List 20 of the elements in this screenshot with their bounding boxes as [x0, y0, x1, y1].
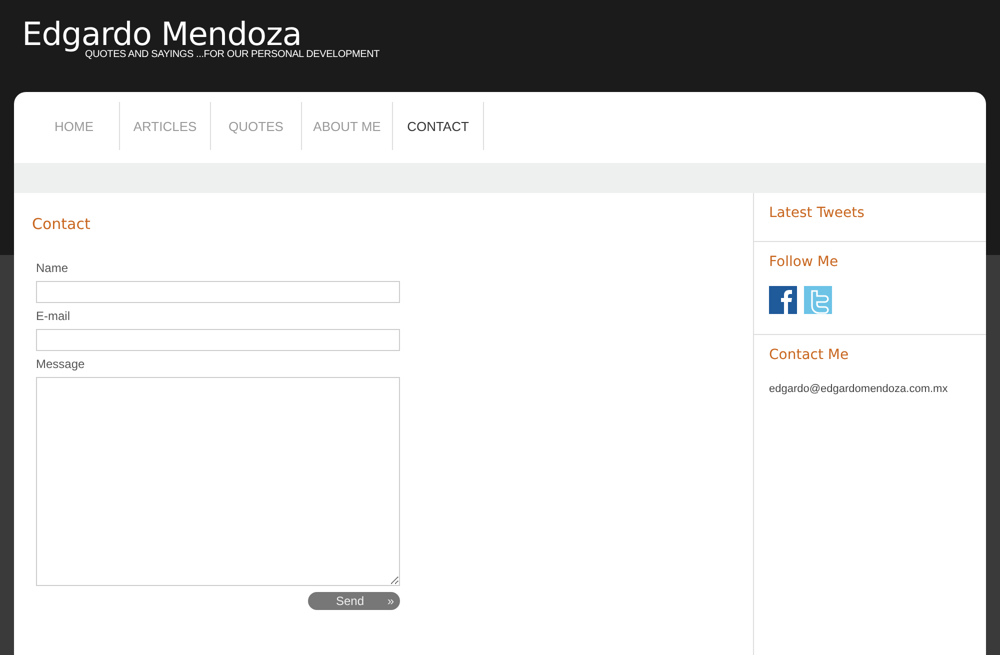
contact-email[interactable]: edgardo@edgardomendoza.com.mx — [769, 383, 971, 395]
nav-link[interactable]: HOME — [29, 102, 120, 150]
field-label: Name — [36, 261, 70, 275]
input-field[interactable] — [36, 329, 400, 351]
facebook-icon[interactable] — [769, 286, 797, 314]
nav-link[interactable]: ABOUT ME — [302, 102, 393, 150]
widget-heading: Follow Me — [769, 254, 840, 270]
page-heading: Contact — [32, 215, 92, 233]
twitter-icon[interactable] — [804, 286, 832, 314]
site-tagline: QUOTES AND SAYINGS ...FOR OUR PERSONAL DEVELOPMENT — [85, 49, 380, 60]
field-label: Message — [36, 357, 86, 371]
input-field[interactable] — [36, 281, 400, 303]
nav-link[interactable]: CONTACT — [393, 102, 484, 150]
widget-heading: Contact Me — [769, 347, 850, 363]
message-field[interactable] — [36, 377, 400, 586]
send-button[interactable]: Send » — [308, 592, 400, 610]
widget-heading: Latest Tweets — [769, 205, 866, 221]
nav-link[interactable]: ARTICLES — [120, 102, 211, 150]
field-label: E-mail — [36, 309, 72, 323]
nav-link[interactable]: QUOTES — [211, 102, 302, 150]
